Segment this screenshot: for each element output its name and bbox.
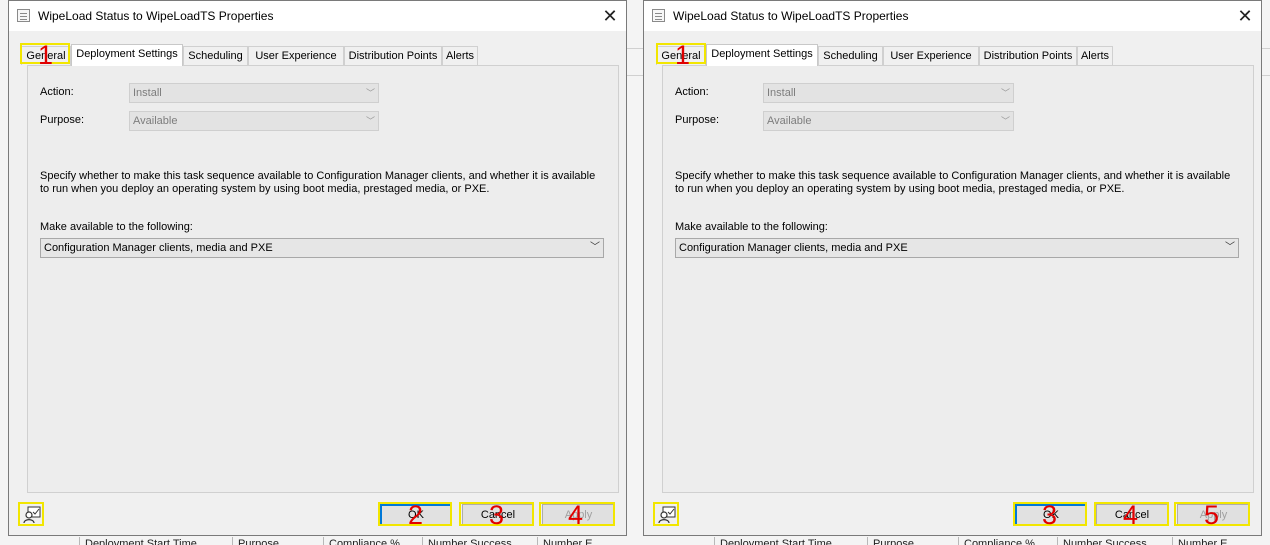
action-dropdown: Install ﹀ xyxy=(763,83,1014,103)
title-bar[interactable]: WipeLoad Status to WipeLoadTS Properties… xyxy=(644,1,1261,31)
purpose-label: Purpose: xyxy=(40,114,85,126)
tab-distribution-points[interactable]: Distribution Points xyxy=(344,46,442,65)
background-column-header[interactable]: Number E xyxy=(537,537,623,545)
purpose-label: Purpose: xyxy=(675,114,720,126)
help-button[interactable] xyxy=(20,504,42,526)
purpose-value: Available xyxy=(133,115,178,127)
chevron-down-icon: ﹀ xyxy=(1000,88,1010,98)
tab-alerts[interactable]: Alerts xyxy=(442,46,478,65)
tab-deployment-settings[interactable]: Deployment Settings xyxy=(706,44,818,66)
background-divider xyxy=(627,48,643,49)
apply-button[interactable]: Apply xyxy=(542,504,615,526)
action-label: Action: xyxy=(40,86,74,98)
chevron-down-icon: ﹀ xyxy=(1000,116,1010,126)
chevron-down-icon: ﹀ xyxy=(365,116,375,126)
background-column-header[interactable]: Deployment Start Time xyxy=(714,537,868,545)
action-label: Action: xyxy=(675,86,709,98)
chevron-down-icon: ﹀ xyxy=(1225,242,1235,253)
dialog-title: WipeLoad Status to WipeLoadTS Properties xyxy=(38,9,274,23)
tab-scheduling[interactable]: Scheduling xyxy=(183,46,248,65)
background-column-header[interactable]: Number E xyxy=(1172,537,1268,545)
background-column-header[interactable]: Compliance % xyxy=(323,537,423,545)
help-button[interactable] xyxy=(655,504,677,526)
tab-user-experience[interactable]: User Experience xyxy=(248,46,344,65)
tab-general[interactable]: General xyxy=(656,46,706,65)
cancel-button[interactable]: Cancel xyxy=(1096,504,1168,526)
background-column-header[interactable]: Purpose xyxy=(232,537,324,545)
properties-icon xyxy=(652,9,665,22)
background-column-header[interactable]: Compliance % xyxy=(958,537,1058,545)
background-column-header[interactable]: Number Success xyxy=(1057,537,1173,545)
apply-button[interactable]: Apply xyxy=(1177,504,1250,526)
user-help-icon xyxy=(658,506,676,524)
action-value: Install xyxy=(133,87,162,99)
availability-description: Specify whether to make this task sequen… xyxy=(40,170,596,195)
properties-dialog: WipeLoad Status to WipeLoadTS Properties… xyxy=(8,0,627,536)
availability-description: Specify whether to make this task sequen… xyxy=(675,170,1231,195)
make-available-value: Configuration Manager clients, media and… xyxy=(44,242,273,254)
purpose-value: Available xyxy=(767,115,812,127)
title-bar[interactable]: WipeLoad Status to WipeLoadTS Properties… xyxy=(9,1,626,31)
purpose-dropdown: Available ﹀ xyxy=(129,111,379,131)
action-value: Install xyxy=(767,87,796,99)
properties-icon xyxy=(17,9,30,22)
tab-distribution-points[interactable]: Distribution Points xyxy=(979,46,1077,65)
tab-deployment-settings[interactable]: Deployment Settings xyxy=(71,44,183,66)
deployment-settings-panel: Action: Install ﹀ Purpose: Available ﹀ S… xyxy=(662,65,1254,493)
make-available-label: Make available to the following: xyxy=(675,221,828,233)
chevron-down-icon: ﹀ xyxy=(590,242,600,253)
make-available-dropdown[interactable]: Configuration Manager clients, media and… xyxy=(675,238,1239,258)
deployment-settings-panel: Action: Install ﹀ Purpose: Available ﹀ S… xyxy=(27,65,619,493)
dialog-title: WipeLoad Status to WipeLoadTS Properties xyxy=(673,9,909,23)
chevron-down-icon: ﹀ xyxy=(365,88,375,98)
cancel-button[interactable]: Cancel xyxy=(462,504,534,526)
background-divider xyxy=(627,75,643,76)
ok-button[interactable]: OK xyxy=(380,504,452,526)
purpose-dropdown: Available ﹀ xyxy=(763,111,1014,131)
make-available-value: Configuration Manager clients, media and… xyxy=(679,242,908,254)
user-help-icon xyxy=(23,506,41,524)
tab-user-experience[interactable]: User Experience xyxy=(883,46,979,65)
action-dropdown: Install ﹀ xyxy=(129,83,379,103)
tab-scheduling[interactable]: Scheduling xyxy=(818,46,883,65)
close-icon[interactable]: ✕ xyxy=(1234,5,1256,27)
tab-alerts[interactable]: Alerts xyxy=(1077,46,1113,65)
close-icon[interactable]: ✕ xyxy=(599,5,621,27)
properties-dialog: WipeLoad Status to WipeLoadTS Properties… xyxy=(643,0,1262,536)
tab-general[interactable]: General xyxy=(21,46,71,65)
make-available-label: Make available to the following: xyxy=(40,221,193,233)
background-column-header[interactable]: Deployment Start Time xyxy=(79,537,233,545)
background-column-header[interactable]: Purpose xyxy=(867,537,959,545)
make-available-dropdown[interactable]: Configuration Manager clients, media and… xyxy=(40,238,604,258)
background-column-header[interactable]: Number Success xyxy=(422,537,538,545)
ok-button[interactable]: OK xyxy=(1015,504,1087,526)
